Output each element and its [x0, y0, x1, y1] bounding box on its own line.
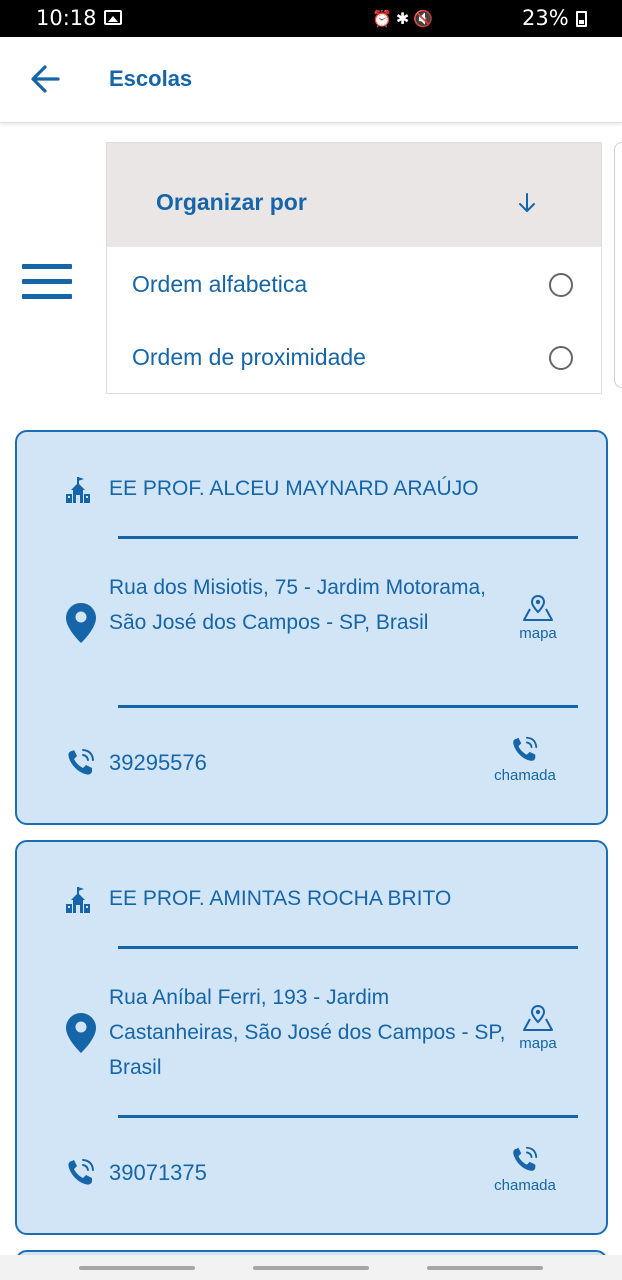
image-notification-icon — [104, 10, 122, 25]
back-button[interactable] — [22, 59, 70, 99]
arrow-down-icon — [519, 193, 535, 212]
location-pin-icon — [66, 603, 96, 643]
map-location-icon — [523, 594, 553, 621]
divider — [118, 536, 578, 539]
school-building-icon — [66, 887, 90, 913]
call-label: chamada — [494, 767, 556, 784]
arrow-left-icon — [31, 65, 60, 93]
school-building-icon — [66, 477, 90, 503]
divider — [118, 946, 578, 949]
sort-panel: Organizar por Ordem alfabetica Ordem de … — [106, 142, 602, 394]
menu-icon-bar — [22, 279, 72, 284]
school-name: EE PROF. ALCEU MAYNARD ARAÚJO — [109, 477, 479, 500]
radio-button[interactable] — [549, 273, 573, 297]
sort-option-label: Ordem de proximidade — [132, 344, 366, 370]
radio-button[interactable] — [549, 346, 573, 370]
menu-icon-bar — [22, 264, 72, 269]
status-time: 10:18 — [36, 6, 97, 30]
school-card: EE PROF. AMINTAS ROCHA BRITO Rua Aníbal … — [15, 840, 608, 1235]
school-address: Rua dos Misiotis, 75 - Jardim Motorama, … — [109, 576, 486, 634]
nav-back-button[interactable] — [427, 1266, 543, 1270]
nav-recents-button[interactable] — [79, 1266, 195, 1270]
battery-icon — [576, 11, 587, 27]
page-title: Escolas — [109, 66, 193, 91]
call-button[interactable]: chamada — [483, 734, 567, 792]
phone-icon — [68, 749, 94, 775]
nav-home-button[interactable] — [253, 1266, 369, 1270]
phone-call-icon — [513, 1146, 538, 1171]
call-label: chamada — [494, 1177, 556, 1194]
map-button[interactable]: mapa — [509, 1004, 567, 1062]
system-nav-bar — [0, 1255, 622, 1280]
location-pin-icon — [66, 1013, 96, 1053]
sort-option-proximity[interactable]: Ordem de proximidade — [107, 320, 601, 393]
school-phone: 39071375 — [109, 1160, 207, 1185]
school-card: EE PROF. ALCEU MAYNARD ARAÚJO Rua dos Mi… — [15, 430, 608, 825]
map-label: mapa — [519, 625, 557, 642]
school-name: EE PROF. AMINTAS ROCHA BRITO — [109, 887, 452, 910]
phone-icon — [68, 1159, 94, 1185]
menu-button[interactable] — [22, 264, 72, 300]
phone-call-icon — [513, 736, 538, 761]
menu-icon-bar — [22, 294, 72, 299]
school-address: Rua Aníbal Ferri, 193 - Jardim Castanhei… — [109, 986, 506, 1079]
school-phone: 39295576 — [109, 750, 207, 775]
divider — [118, 705, 578, 708]
sort-option-label: Ordem alfabetica — [132, 271, 308, 297]
app-bar: Escolas — [0, 37, 622, 123]
sort-dropdown-header[interactable]: Organizar por — [107, 143, 601, 247]
map-button[interactable]: mapa — [509, 594, 567, 652]
status-icons: ⏰✱🔇 — [372, 9, 438, 28]
side-panel-edge — [614, 142, 622, 388]
call-button[interactable]: chamada — [483, 1144, 567, 1202]
map-location-icon — [523, 1004, 553, 1031]
sort-option-alphabetical[interactable]: Ordem alfabetica — [107, 247, 601, 320]
status-bar: 10:18 ⏰✱🔇 23% — [0, 0, 622, 37]
sort-title: Organizar por — [156, 189, 307, 215]
battery-percent: 23% — [522, 6, 569, 30]
divider — [118, 1115, 578, 1118]
map-label: mapa — [519, 1035, 557, 1052]
